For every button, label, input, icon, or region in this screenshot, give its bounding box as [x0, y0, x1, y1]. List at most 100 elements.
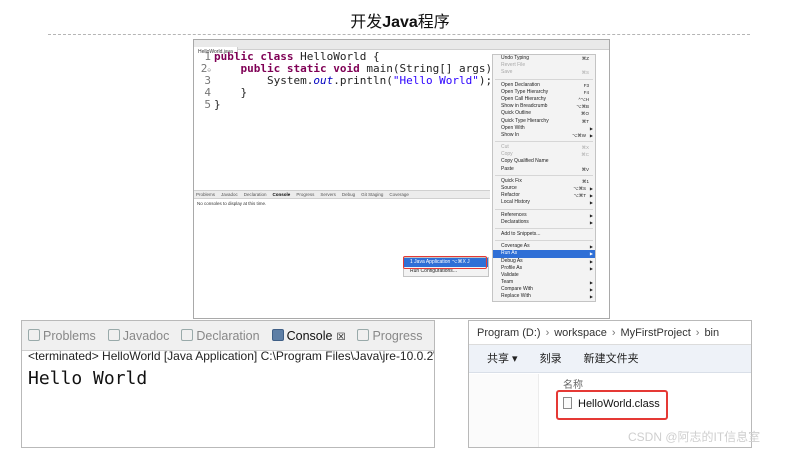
breadcrumb-segment[interactable]: workspace [554, 327, 607, 339]
menu-item-references[interactable]: References ▶ [493, 212, 595, 219]
console-tab-javadoc[interactable]: Javadoc [107, 329, 169, 343]
submenu-arrow-icon: ▶ [589, 200, 593, 206]
menu-item-profile-as[interactable]: Profile As ▶ [493, 265, 595, 272]
breadcrumb-segment[interactable]: MyFirstProject [620, 327, 690, 339]
menu-item-shortcut: ⌘C [581, 152, 589, 158]
menu-separator [495, 139, 593, 143]
menu-item-label: Open Type Hierarchy [501, 88, 549, 95]
menu-item-open-declaration[interactable]: Open Declaration F3 [493, 82, 595, 89]
slide-title-suffix: 程序 [417, 14, 450, 31]
burn-button[interactable]: 刻录 [540, 353, 562, 365]
ide-tab-debug[interactable]: Debug [342, 192, 355, 197]
submenu-arrow-icon: ▶ [589, 186, 593, 191]
console-tab-label: Console [286, 329, 333, 343]
console-tab-label: Progress [372, 329, 423, 343]
menu-item-quick-outline[interactable]: Quick Outline ⌘O [493, 110, 595, 117]
menu-item-add-to-snippets[interactable]: Add to Snippets... [493, 231, 595, 238]
console-icon [271, 329, 284, 341]
navigation-pane [469, 374, 539, 447]
menu-item-label: Save [501, 69, 513, 76]
code-editor[interactable]: 1 public class HelloWorld { 2⊖ public sta… [194, 51, 506, 111]
menu-item-label: Quick Type Hierarchy [501, 117, 549, 124]
menu-item-validate[interactable]: Validate [493, 272, 595, 279]
submenu-arrow-icon: ▶ [589, 287, 593, 293]
menu-item-label: Source [501, 185, 517, 191]
address-bar[interactable]: Program (D:) › workspace › MyFirstProject › bi… [469, 321, 751, 345]
menu-item-shortcut: ⌘X [581, 145, 589, 151]
menu-item-undo-typing[interactable]: Undo Typing ⌘Z [493, 55, 595, 62]
progress-icon [357, 329, 370, 341]
share-button[interactable]: 共享 ▾ [487, 353, 518, 365]
slide-title: 开发Java程序 [0, 8, 800, 32]
menu-item-show-in-breadcrumb[interactable]: Show in Breadcrumb ⌥⌘B [493, 103, 595, 110]
ide-tab-javadoc[interactable]: Javadoc [221, 192, 238, 197]
menu-item-label: Copy [501, 151, 513, 158]
menu-item-open-with[interactable]: Open With ▶ [493, 125, 595, 132]
menu-item-paste[interactable]: Paste ⌘V [493, 166, 595, 173]
explorer-toolbar: 共享 ▾ 刻录 新建文件夹 [469, 345, 751, 373]
breadcrumb-segment[interactable]: bin [704, 327, 719, 339]
menu-item-quick-fix[interactable]: Quick Fix ⌘1 [493, 178, 595, 185]
menu-item-declarations[interactable]: Declarations ▶ [493, 219, 595, 226]
ide-tab-console[interactable]: Console [273, 192, 291, 197]
menu-item-source[interactable]: Source ⌥⌘S ▶ [493, 185, 595, 192]
menu-item-copy-qualified-name[interactable]: Copy Qualified Name [493, 158, 595, 165]
menu-item-label: Local History [501, 199, 530, 206]
console-panel: Problems Javadoc Declaration Console ☒ Progre… [21, 320, 435, 448]
ide-tab-progress[interactable]: Progress [296, 192, 314, 197]
menu-item-copy: Copy ⌘C [493, 151, 595, 158]
menu-item-label: Replace With [501, 293, 531, 300]
menu-item-label: Add to Snippets... [501, 230, 541, 237]
menu-item-coverage-as[interactable]: Coverage As ▶ [493, 243, 595, 250]
menu-item-run-as[interactable]: Run As ▶ [493, 250, 595, 258]
submenu-arrow-icon: ▶ [589, 265, 593, 271]
menu-item-debug-as[interactable]: Debug As ▶ [493, 258, 595, 265]
menu-item-local-history[interactable]: Local History ▶ [493, 199, 595, 206]
menu-item-show-in[interactable]: Show In ⌥⌘W ▶ [493, 132, 595, 139]
menu-item-label: Coverage As [501, 243, 530, 250]
slide-title-prefix: 开发 [350, 14, 383, 31]
menu-item-compare-with[interactable]: Compare With ▶ [493, 286, 595, 293]
slide-title-bold: Java [382, 14, 418, 31]
menu-item-label: Quick Fix [501, 177, 522, 184]
menu-item-replace-with[interactable]: Replace With ▶ [493, 293, 595, 300]
menu-item-refactor[interactable]: Refactor ⌥⌘T ▶ [493, 192, 595, 199]
console-tab-console[interactable]: Console ☒ [271, 329, 345, 343]
submenu-arrow-icon: ▶ [589, 294, 593, 300]
ide-tab-coverage[interactable]: Coverage [389, 192, 409, 197]
submenu-arrow-icon: ▶ [589, 258, 593, 264]
console-tab-bar: Problems Javadoc Declaration Console ☒ Progre… [22, 321, 434, 351]
submenu-arrow-icon: ▶ [589, 193, 593, 199]
menu-item-label: Open With [501, 124, 525, 131]
menu-item-shortcut: ⌘V [581, 166, 589, 172]
breadcrumb-separator-icon: › [611, 327, 616, 339]
menu-item-label: References [501, 211, 527, 218]
console-tab-label: Problems [43, 329, 96, 343]
breadcrumb-segment[interactable]: Program (D:) [477, 327, 541, 339]
console-tab-progress[interactable]: Progress [357, 329, 422, 343]
console-tab-declaration[interactable]: Declaration [181, 329, 260, 343]
menu-item-shortcut: ⌥⌘T [573, 193, 586, 199]
ide-tab-declaration[interactable]: Declaration [244, 192, 267, 197]
close-icon[interactable]: ☒ [336, 332, 345, 343]
no-console-message: No consoles to display at this time. [197, 201, 267, 206]
menu-item-label: Undo Typing [501, 55, 529, 61]
ide-tab-problems[interactable]: Problems [196, 192, 215, 197]
menu-item-label: Open Call Hierarchy [501, 95, 547, 102]
column-header-name[interactable]: 名称 [563, 376, 583, 391]
menu-item-shortcut: ⌥⌘B [576, 104, 589, 110]
javadoc-icon [107, 329, 120, 341]
menu-item-shortcut: ⌥⌘W [572, 132, 586, 138]
menu-separator [495, 226, 593, 229]
menu-item-team[interactable]: Team ▶ [493, 279, 595, 286]
console-status-line: <terminated> HelloWorld [Java Applicatio… [28, 349, 435, 363]
menu-item-open-call-hierarchy[interactable]: Open Call Hierarchy ^⌥H [493, 96, 595, 103]
menu-separator [495, 173, 593, 176]
console-tab-problems[interactable]: Problems [28, 329, 96, 343]
new-folder-button[interactable]: 新建文件夹 [584, 353, 639, 365]
ide-tab-servers[interactable]: Servers [320, 192, 336, 197]
menu-item-open-type-hierarchy[interactable]: Open Type Hierarchy F4 [493, 89, 595, 96]
ide-tab-git-staging[interactable]: Git Staging [361, 192, 383, 197]
menu-item-label: Show In [501, 131, 520, 138]
menu-item-quick-type-hierarchy[interactable]: Quick Type Hierarchy ⌘T [493, 118, 595, 125]
